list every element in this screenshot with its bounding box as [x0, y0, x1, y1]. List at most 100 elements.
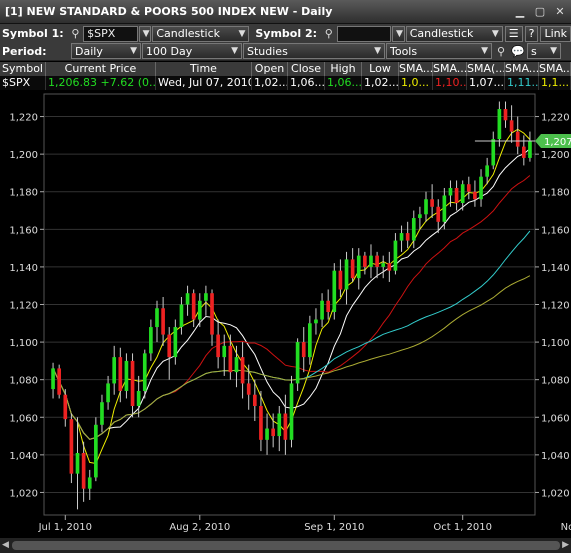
candle-body	[314, 319, 318, 324]
y-tick-label-left: 1,020	[9, 488, 38, 499]
x-tick-label: Sep 1, 2010	[304, 522, 364, 533]
scroll-left-icon[interactable]: ◀	[2, 540, 9, 550]
header-sma-5[interactable]: SMA...	[539, 62, 571, 76]
scroll-thumb[interactable]	[12, 541, 560, 550]
candle-body	[149, 327, 153, 354]
candle-body	[369, 255, 373, 267]
candle-body	[301, 342, 306, 358]
help-button[interactable]: ?	[524, 25, 539, 42]
candle-body	[375, 255, 379, 267]
price-chart[interactable]: 1,020 1,020 1,040 1,040 1,060 1,060 1,080 1,080…	[0, 90, 571, 553]
chart-type-1-select[interactable]: Candlestick ▼	[152, 25, 250, 42]
header-high[interactable]: High	[325, 62, 362, 76]
quote-sma-1: 1,0...	[399, 76, 433, 90]
current-price-label: 1,207	[544, 137, 571, 148]
quote-symbol: $SPX	[0, 76, 46, 90]
search-icon[interactable]: ⚲	[321, 26, 336, 42]
candle-body	[283, 413, 288, 440]
header-sma-4[interactable]: SMA...	[505, 62, 539, 76]
range-value: 100 Day	[146, 44, 193, 58]
quote-open: 1,02...	[254, 76, 288, 90]
link-button[interactable]: Link	[540, 25, 571, 42]
symbol2-dropdown[interactable]: ▼	[391, 25, 405, 42]
candle-body	[210, 293, 214, 335]
header-open[interactable]: Open	[252, 62, 288, 76]
y-tick-label-left: 1,080	[9, 376, 38, 387]
candle-body	[173, 327, 178, 358]
symbol1-dropdown[interactable]: ▼	[138, 25, 152, 42]
period-label: Period:	[2, 44, 47, 58]
y-tick-label-left: 1,160	[9, 225, 38, 236]
candle-body	[222, 345, 227, 358]
candle-body	[277, 413, 282, 437]
horizontal-scrollbar[interactable]: ◀ ▶	[0, 538, 571, 553]
header-sma-2[interactable]: SMA...	[433, 62, 467, 76]
studies-select[interactable]: Studies ▼	[243, 43, 385, 59]
y-tick-label-left: 1,060	[9, 413, 38, 424]
candle-body	[130, 360, 135, 406]
x-tick-label: Nov 1, 2010	[561, 522, 571, 533]
chart-type-2-value: Candlestick	[409, 27, 474, 40]
candle-body	[69, 419, 74, 474]
candle-body	[81, 452, 86, 489]
minimize-icon[interactable]: ▁	[511, 3, 529, 21]
header-sma-3[interactable]: SMA(...	[467, 62, 505, 76]
y-tick-label-right: 1,100	[541, 338, 570, 349]
y-tick-label-right: 1,080	[541, 376, 570, 387]
header-symbol[interactable]: Symbol	[0, 62, 46, 76]
candle-body	[515, 131, 520, 147]
candle-body	[528, 140, 532, 158]
header-sma-1[interactable]: SMA...	[399, 62, 433, 76]
candle-body	[485, 165, 489, 177]
candle-body	[228, 345, 233, 373]
quote-sma-5: 1,1...	[539, 76, 571, 90]
candle-body	[112, 357, 117, 384]
quote-low: 1,02...	[364, 76, 399, 90]
candle-body	[234, 357, 239, 373]
close-icon[interactable]: ✕	[551, 3, 569, 21]
header-low[interactable]: Low	[362, 62, 399, 76]
y-tick-label-left: 1,220	[9, 113, 38, 124]
candle-body	[491, 139, 496, 166]
comment-icon[interactable]: 💬	[510, 43, 526, 59]
candle-body	[216, 334, 220, 358]
symbol1-value: $SPX	[87, 27, 116, 40]
candle-body	[142, 353, 147, 391]
scroll-right-icon[interactable]: ▶	[562, 540, 569, 550]
maximize-icon[interactable]: ▢	[531, 3, 549, 21]
quote-row[interactable]: $SPX 1,206.83 +7.62 (0.... Wed, Jul 07, …	[0, 76, 571, 90]
candle-body	[436, 206, 441, 222]
header-time[interactable]: Time	[156, 62, 252, 76]
x-tick-label: Jul 1, 2010	[38, 522, 92, 533]
chevron-down-icon: ▼	[238, 28, 246, 39]
y-tick-label-left: 1,120	[9, 301, 38, 312]
search-icon[interactable]: ⚲	[68, 26, 83, 42]
symbol1-input[interactable]: $SPX	[83, 25, 138, 42]
header-current-price[interactable]: Current Price	[46, 62, 156, 76]
current-price-value: 1,206.83	[48, 76, 97, 89]
y-tick-label-left: 1,040	[9, 451, 38, 462]
chevron-down-icon: ▼	[491, 28, 499, 39]
quote-time: Wed, Jul 07, 2010	[158, 76, 252, 90]
chart-svg[interactable]: 1,020 1,020 1,040 1,040 1,060 1,060 1,080 1,080…	[0, 90, 571, 538]
candle-body	[289, 383, 294, 440]
header-close[interactable]: Close	[288, 62, 325, 76]
candle-body	[332, 270, 337, 313]
symbol2-input[interactable]	[336, 25, 391, 42]
menu-button[interactable]: ☰	[504, 25, 523, 42]
zoom-icon[interactable]: ⚲	[493, 43, 509, 59]
tools-select[interactable]: Tools ▼	[386, 43, 492, 59]
candle-body	[118, 357, 123, 391]
y-tick-label-right: 1,020	[541, 488, 570, 499]
chart-type-2-select[interactable]: Candlestick ▼	[405, 25, 503, 42]
candle-body	[179, 304, 184, 328]
candle-body	[57, 368, 62, 395]
s-select[interactable]: s ▼	[527, 43, 561, 59]
period-select[interactable]: Daily ▼	[71, 43, 141, 59]
candle-body	[94, 424, 98, 478]
chart-type-1-value: Candlestick	[156, 27, 221, 40]
candle-body	[326, 300, 331, 313]
candle-body	[63, 394, 68, 420]
range-select[interactable]: 100 Day ▼	[142, 43, 242, 59]
y-tick-label-right: 1,200	[541, 150, 570, 161]
